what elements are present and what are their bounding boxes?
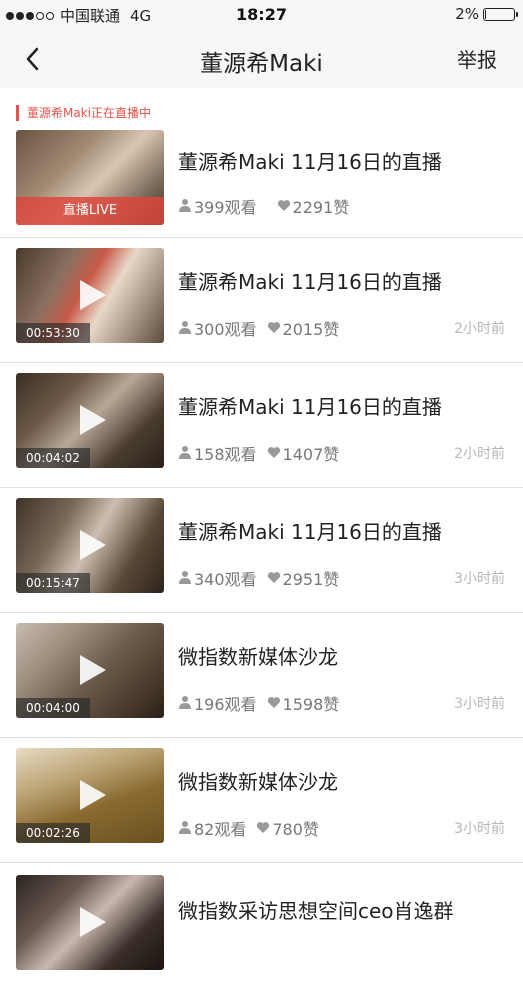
video-thumbnail[interactable]: 00:02:26 (16, 748, 164, 843)
video-row[interactable]: 00:15:47 董源希Maki 11月16日的直播 340观看 2951赞 3… (0, 488, 523, 613)
heart-icon (267, 569, 281, 588)
time-ago: 3小时前 (454, 696, 505, 712)
video-row[interactable]: 00:02:26 微指数新媒体沙龙 82观看 780赞 3小时前 (0, 738, 523, 863)
view-count: 300观看 (194, 320, 257, 339)
video-row[interactable]: 微指数采访思想空间ceo肖逸群 (0, 863, 523, 988)
video-row[interactable]: 00:04:00 微指数新媒体沙龙 196观看 1598赞 3小时前 (0, 613, 523, 738)
view-count: 399观看 (194, 198, 257, 217)
like-count: 2291赞 (292, 198, 350, 217)
play-icon (80, 907, 106, 937)
person-icon (178, 694, 192, 713)
view-count: 196观看 (194, 695, 257, 714)
battery-level (485, 9, 486, 19)
like-count: 780赞 (272, 820, 319, 839)
time-ago: 3小时前 (454, 571, 505, 587)
heart-icon (267, 319, 281, 338)
person-icon (178, 819, 192, 838)
live-badge: 直播LIVE (16, 197, 164, 225)
video-stats: 158观看 1407赞 (178, 441, 339, 465)
video-title: 董源希Maki 11月16日的直播 (178, 520, 442, 544)
video-thumbnail[interactable]: 00:04:02 (16, 373, 164, 468)
video-title: 微指数采访思想空间ceo肖逸群 (178, 899, 454, 923)
heart-icon (267, 694, 281, 713)
view-count: 158观看 (194, 445, 257, 464)
video-thumbnail[interactable]: 00:53:30 (16, 248, 164, 343)
like-count: 2015赞 (282, 320, 340, 339)
play-icon (80, 280, 106, 310)
person-icon (178, 197, 192, 216)
video-duration: 00:04:02 (16, 448, 90, 468)
play-icon (80, 655, 106, 685)
like-count: 2951赞 (282, 570, 340, 589)
time-ago: 2小时前 (454, 446, 505, 462)
video-duration: 00:15:47 (16, 573, 90, 593)
video-row[interactable]: 00:53:30 董源希Maki 11月16日的直播 300观看 2015赞 2… (0, 238, 523, 363)
battery-percent: 2% (455, 5, 479, 23)
video-title: 微指数新媒体沙龙 (178, 770, 338, 794)
time-ago: 2小时前 (454, 321, 505, 337)
video-stats: 196观看 1598赞 (178, 691, 339, 715)
time-ago: 3小时前 (454, 821, 505, 837)
view-count: 340观看 (194, 570, 257, 589)
page-title: 董源希Maki (200, 51, 323, 77)
video-stats: 300观看 2015赞 (178, 316, 339, 340)
video-thumbnail[interactable]: 00:15:47 (16, 498, 164, 593)
report-button[interactable]: 举报 (457, 44, 497, 73)
like-count: 1407赞 (282, 445, 340, 464)
live-section-label: 董源希Maki正在直播中 (16, 105, 151, 121)
person-icon (178, 569, 192, 588)
video-duration: 00:04:00 (16, 698, 90, 718)
video-title: 董源希Maki 11月16日的直播 (178, 395, 442, 419)
view-count: 82观看 (194, 820, 247, 839)
clock: 18:27 (236, 5, 287, 24)
video-thumbnail[interactable] (16, 875, 164, 970)
live-thumbnail[interactable]: 直播LIVE (16, 130, 164, 225)
video-row[interactable]: 00:04:02 董源希Maki 11月16日的直播 158观看 1407赞 2… (0, 363, 523, 488)
video-title: 微指数新媒体沙龙 (178, 645, 338, 669)
navigation-bar: 董源希Maki 举报 (0, 30, 523, 88)
video-title: 董源希Maki 11月16日的直播 (178, 150, 442, 174)
status-right: 2% (455, 5, 518, 23)
live-broadcast-row[interactable]: 直播LIVE 董源希Maki 11月16日的直播 399观看 2291赞 (0, 120, 523, 238)
heart-icon (277, 197, 291, 216)
battery-icon (483, 7, 518, 21)
video-thumbnail[interactable]: 00:04:00 (16, 623, 164, 718)
heart-icon (267, 444, 281, 463)
like-count: 1598赞 (282, 695, 340, 714)
person-icon (178, 444, 192, 463)
video-title: 董源希Maki 11月16日的直播 (178, 270, 442, 294)
video-stats: 340观看 2951赞 (178, 566, 339, 590)
heart-icon (256, 819, 270, 838)
play-icon (80, 530, 106, 560)
video-stats: 82观看 780赞 (178, 816, 319, 840)
video-stats: 399观看 2291赞 (178, 194, 349, 218)
play-icon (80, 405, 106, 435)
person-icon (178, 319, 192, 338)
status-bar: 中国联通 4G 18:27 2% (0, 0, 523, 30)
video-duration: 00:53:30 (16, 323, 90, 343)
video-duration: 00:02:26 (16, 823, 90, 843)
play-icon (80, 780, 106, 810)
